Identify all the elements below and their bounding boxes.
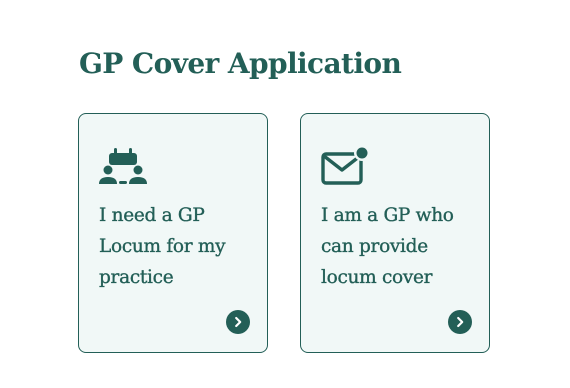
people-calendar-icon — [99, 146, 147, 188]
option-label: I am a GP who can provide locum cover — [321, 205, 454, 288]
page-title: GP Cover Application — [79, 47, 402, 80]
chevron-right-icon[interactable] — [226, 310, 250, 334]
option-card-need-locum[interactable]: I need a GP Locum for my practice — [78, 113, 268, 353]
option-card-provide-cover[interactable]: I am a GP who can provide locum cover — [300, 113, 490, 353]
mail-notification-icon — [321, 146, 369, 188]
chevron-right-icon[interactable] — [448, 310, 472, 334]
option-label: I need a GP Locum for my practice — [99, 205, 226, 288]
